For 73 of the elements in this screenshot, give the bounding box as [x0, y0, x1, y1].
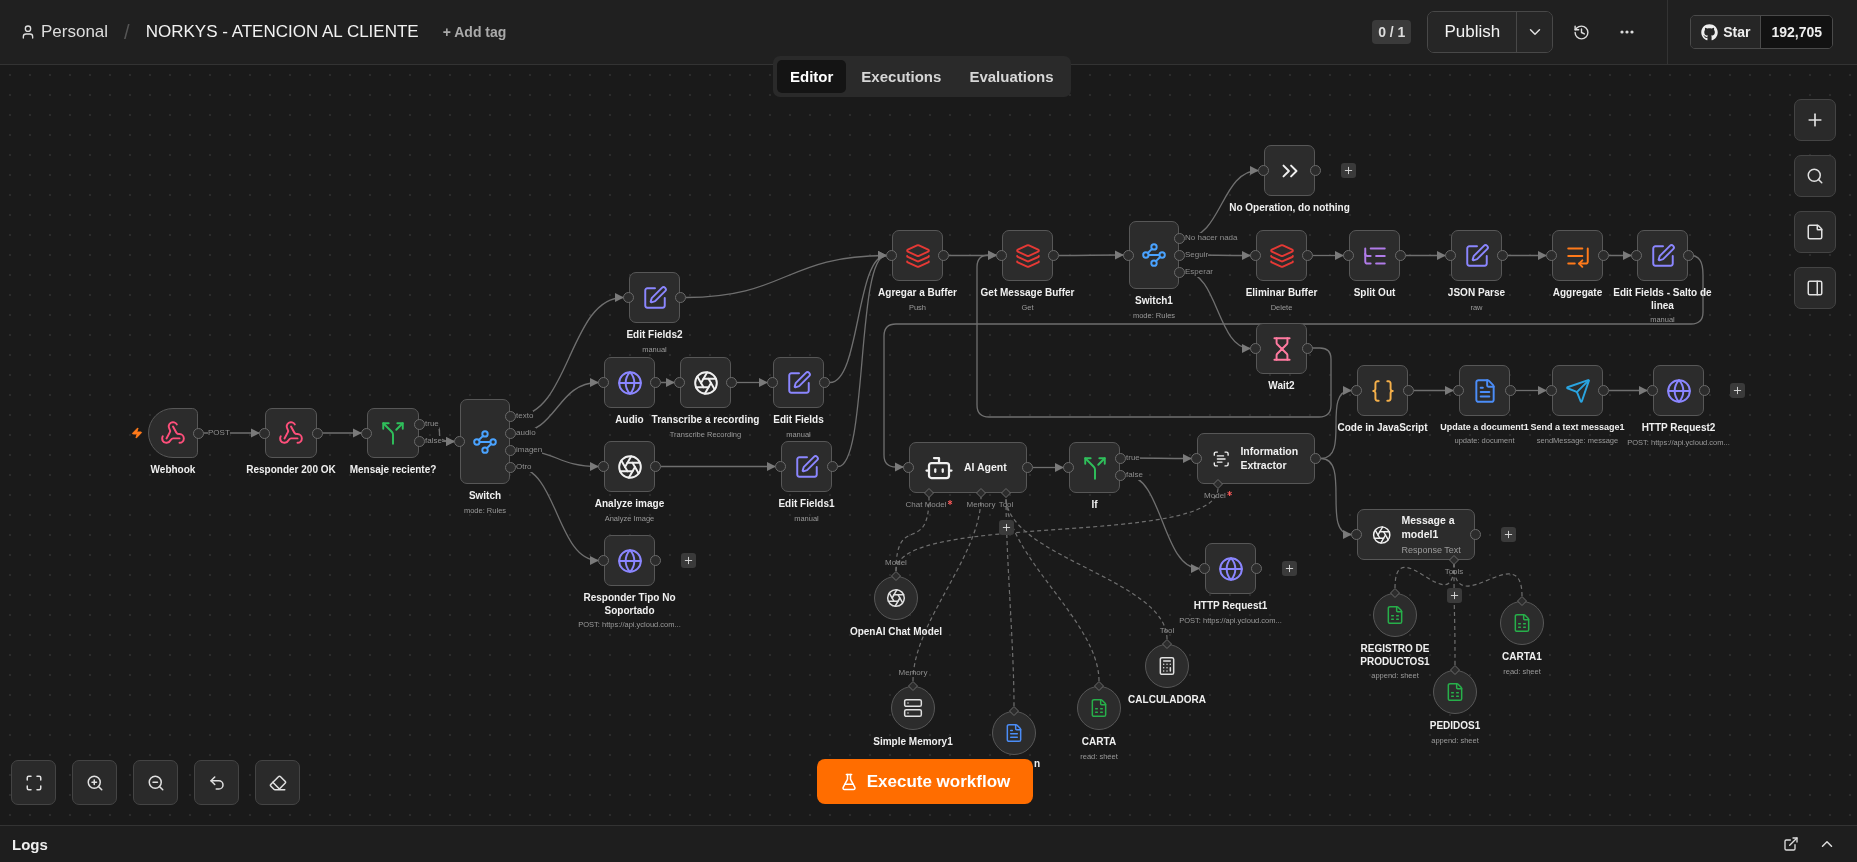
node-title: Webhook: [150, 464, 196, 477]
node-card[interactable]: Message a model1 Response Text: [1357, 509, 1475, 560]
node-title: Wait2: [1268, 380, 1295, 393]
node-title: OpenAI Chat Model: [849, 626, 943, 639]
port-label: Seguir: [1185, 250, 1209, 260]
node-title: AI Agent: [964, 460, 1007, 475]
node-title: REGISTRO DE PRODUCTOS1: [1359, 643, 1431, 668]
node-card[interactable]: Information Extractor: [1197, 433, 1315, 484]
node-title: Code in JavaScript: [1337, 422, 1428, 435]
node-title: HTTP Request2: [1641, 422, 1716, 435]
node-title: Responder 200 OK: [246, 464, 336, 477]
port-label: POST: [208, 428, 230, 438]
node-title: CARTA1: [1502, 651, 1542, 664]
node-title: Send a text message1: [1530, 422, 1625, 434]
port-label: Model: [884, 558, 908, 568]
node-title: No Operation, do nothing: [1229, 202, 1350, 215]
node-title: Responder Tipo No Soportado: [582, 592, 677, 617]
publish-button[interactable]: Publish: [1428, 12, 1517, 52]
port-label: false: [1126, 470, 1143, 480]
node-title: n: [1034, 758, 1041, 771]
port-label: Tool: [1158, 626, 1176, 636]
workflow-name[interactable]: NORKYS - ATENCION AL CLIENTE: [145, 22, 419, 42]
node-title: Information Extractor: [1240, 444, 1300, 473]
node-title: PEDIDOS1: [1429, 720, 1481, 733]
logs-title: Logs: [12, 835, 48, 853]
port-label: imagen: [516, 445, 543, 455]
node-title: Edit Fields1: [778, 498, 835, 511]
node-title: Get Message Buffer: [980, 287, 1075, 300]
port-label: Memory: [966, 500, 996, 510]
owner-link[interactable]: Personal: [20, 22, 109, 42]
port-label: Memory: [897, 668, 929, 678]
node-title: Edit Fields - Salto de linea: [1612, 287, 1713, 312]
node-title: Eliminar Buffer: [1245, 287, 1318, 300]
node-title: Switch1: [1135, 295, 1173, 308]
node-title: Update a document1: [1440, 422, 1529, 434]
star-button[interactable]: Star: [1691, 16, 1761, 48]
view-tab[interactable]: Executions: [848, 60, 955, 93]
port-label: audio: [516, 428, 536, 438]
port-label: texto: [516, 411, 534, 421]
breadcrumb-separator: /: [124, 20, 130, 44]
node-title: Transcribe a recording: [651, 414, 760, 427]
node-title: HTTP Request1: [1193, 600, 1268, 613]
version-badge: 0 / 1: [1372, 20, 1412, 44]
node-title: Mensaje reciente?: [349, 464, 437, 477]
node-title: Analyze image: [594, 498, 665, 511]
node-title: Audio: [615, 414, 644, 427]
view-tab[interactable]: Editor: [777, 60, 847, 93]
port-label: Otro: [516, 462, 532, 472]
node-title: If: [1091, 499, 1098, 512]
star-count: 192,705: [1760, 16, 1832, 48]
node-title: Edit Fields2: [626, 329, 683, 342]
node-title: Split Out: [1353, 287, 1396, 300]
node-title: CALCULADORA: [1128, 694, 1206, 707]
node-title: JSON Parse: [1447, 287, 1506, 300]
view-tab[interactable]: Evaluations: [956, 60, 1067, 93]
port-label: true: [425, 419, 439, 429]
port-label: Esperar: [1185, 267, 1213, 277]
port-label: Chat Model: [905, 500, 947, 510]
port-label: false: [425, 436, 442, 446]
node-title: Aggregate: [1552, 287, 1603, 300]
port-label: No hacer nada: [1185, 233, 1238, 243]
node-title: Agregar a Buffer: [878, 287, 957, 300]
node-title: Message a model1: [1401, 514, 1456, 542]
node-title: CARTA: [1081, 736, 1117, 749]
node-subtitle: Response Text: [1401, 544, 1462, 555]
port-label: Model: [1204, 491, 1226, 501]
node-title: Edit Fields: [773, 414, 824, 427]
node-title: Simple Memory1: [873, 736, 953, 749]
port-label: true: [1126, 453, 1140, 463]
node-card[interactable]: AI Agent: [909, 442, 1027, 493]
node-title: Switch: [468, 490, 502, 503]
add-tag-link[interactable]: + Add tag: [442, 24, 507, 40]
port-label: Tool: [998, 500, 1014, 510]
